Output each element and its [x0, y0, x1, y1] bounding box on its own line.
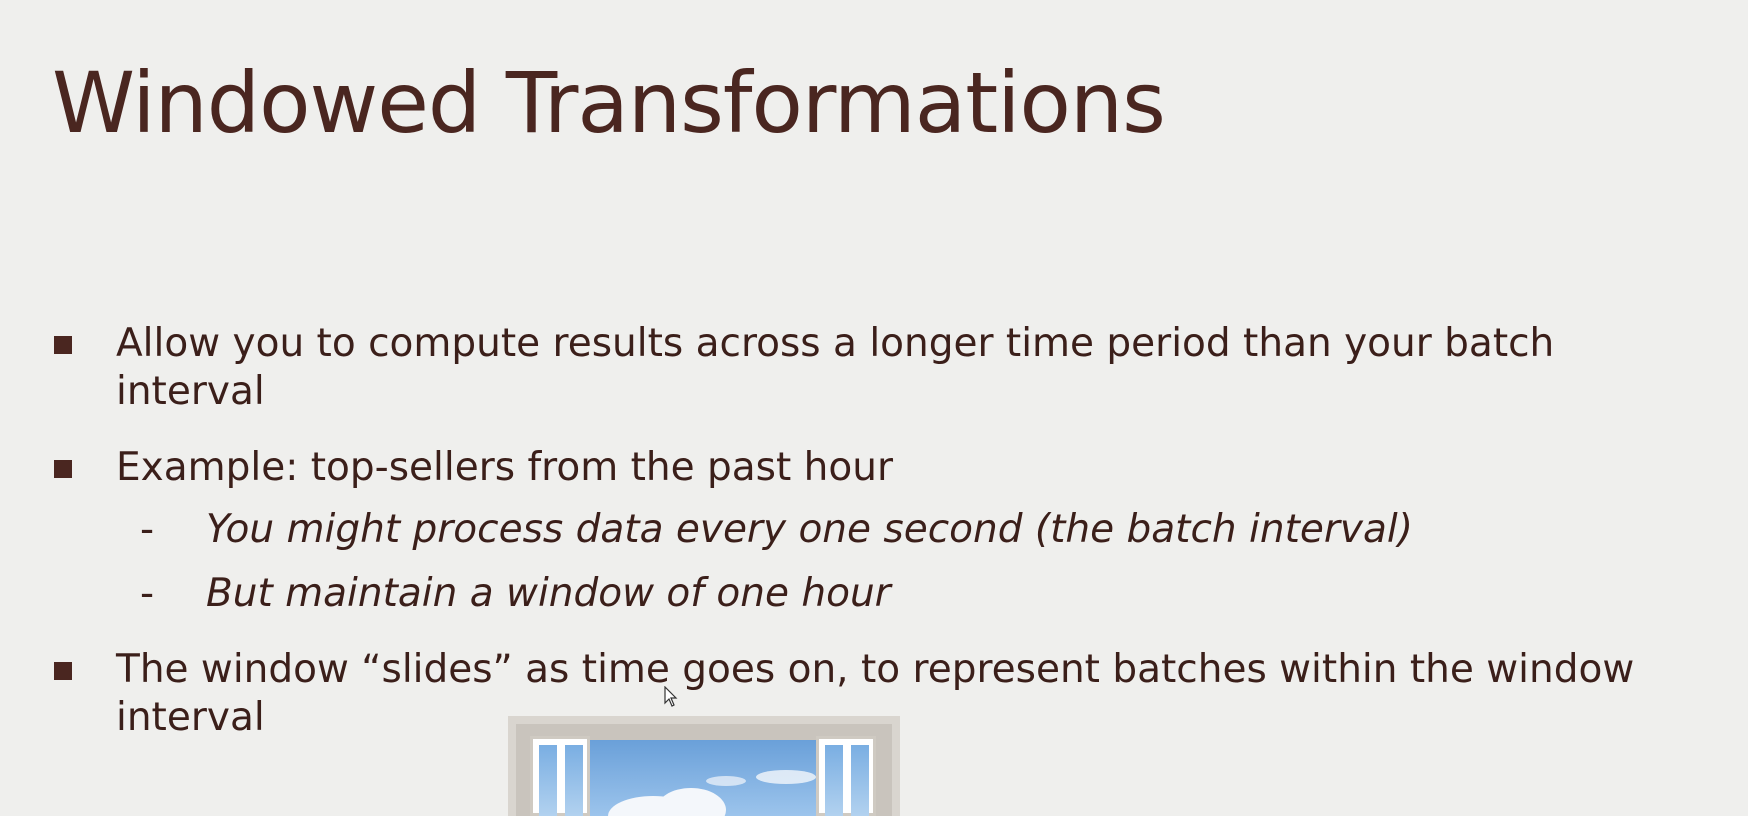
slide-title: Windowed Transformations	[52, 54, 1166, 152]
sub-bullet-item: - You might process data every one secon…	[140, 506, 1656, 554]
cloud-shape	[706, 776, 746, 786]
glass-pane	[825, 745, 843, 816]
cloud-shape	[756, 770, 816, 784]
square-bullet-icon	[54, 336, 72, 354]
square-bullet-icon	[54, 662, 72, 680]
glass-pane	[565, 745, 583, 816]
open-window-image	[508, 716, 900, 816]
bullet-item: Allow you to compute results across a lo…	[54, 320, 1676, 416]
dash-marker: -	[140, 571, 155, 616]
mouse-pointer-icon	[664, 686, 678, 707]
window-shutter-right	[816, 736, 876, 816]
slide: Windowed Transformations Allow you to co…	[0, 0, 1748, 816]
sub-bullet-text: But maintain a window of one hour	[206, 571, 891, 616]
bullet-text: Allow you to compute results across a lo…	[116, 321, 1555, 414]
window-shutter-left	[530, 736, 590, 816]
square-bullet-icon	[54, 460, 72, 478]
sub-bullet-item: - But maintain a window of one hour	[140, 570, 1656, 618]
glass-pane	[539, 745, 557, 816]
cloud-shape	[656, 788, 726, 816]
bullet-text: Example: top-sellers from the past hour	[116, 445, 893, 490]
bullet-item: Example: top-sellers from the past hour	[54, 444, 1676, 492]
dash-marker: -	[140, 507, 155, 552]
sub-bullet-text: You might process data every one second …	[206, 507, 1413, 552]
glass-pane	[851, 745, 869, 816]
